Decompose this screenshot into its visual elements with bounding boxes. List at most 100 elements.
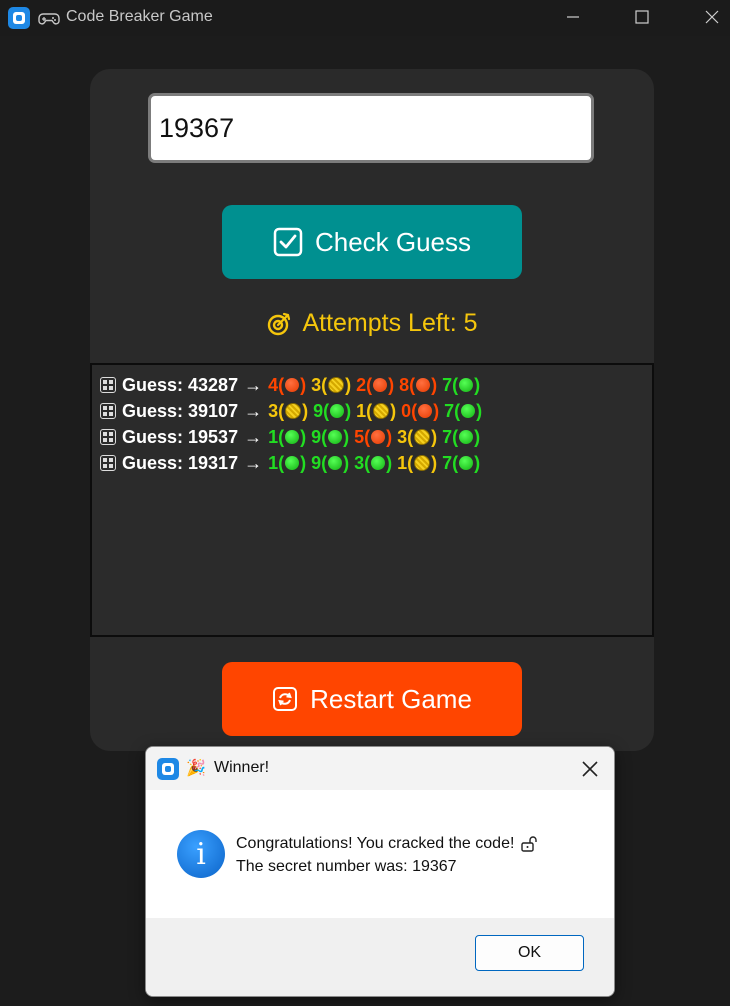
digit-result-misplaced: 3()	[268, 401, 308, 422]
digit-result-correct: 7()	[442, 375, 480, 396]
check-guess-label: Check Guess	[314, 226, 472, 257]
digit-result-misplaced: 1()	[356, 401, 396, 422]
window-titlebar: Code Breaker Game	[0, 0, 730, 36]
paren-open: (	[366, 374, 373, 395]
digit-value: 7	[442, 452, 453, 473]
window-title: Code Breaker Game	[66, 8, 213, 25]
paren-close: )	[431, 452, 438, 473]
digit-value: 3	[354, 452, 365, 473]
close-icon	[705, 10, 719, 24]
maximize-button[interactable]	[619, 0, 665, 34]
digit-value: 2	[356, 374, 367, 395]
ok-button[interactable]: OK	[475, 935, 584, 971]
guess-input[interactable]	[148, 93, 594, 163]
digit-result-wrong: 8()	[399, 375, 437, 396]
paren-close: )	[386, 426, 393, 447]
paren-open: (	[278, 426, 285, 447]
digit-result-correct: 1()	[268, 453, 306, 474]
paren-open: (	[321, 426, 328, 447]
history-line: Guess: 19537 → 1() 9() 5() 3() 7()	[100, 424, 652, 450]
misplaced-status-icon	[373, 403, 390, 419]
game-panel: Check Guess Attempts Left: 5 Guess: 4328…	[90, 69, 654, 751]
digit-result-correct: 7()	[442, 427, 480, 448]
paren-open: (	[278, 452, 285, 473]
check-guess-button[interactable]: Check Guess	[222, 205, 522, 279]
paren-open: (	[407, 452, 414, 473]
paren-close: )	[300, 374, 307, 395]
paren-open: (	[323, 400, 330, 421]
correct-status-icon	[459, 378, 474, 392]
digit-result-correct: 9()	[311, 453, 349, 474]
paren-open: (	[278, 374, 285, 395]
digit-value: 1	[268, 426, 279, 447]
history-guess-label: Guess: 19537	[122, 426, 239, 447]
digit-value: 1	[356, 400, 367, 421]
digit-value: 9	[311, 452, 322, 473]
unlocked-icon	[521, 835, 538, 852]
digit-result-wrong: 2()	[356, 375, 394, 396]
paren-close: )	[345, 374, 352, 395]
digit-result-correct: 7()	[444, 401, 482, 422]
paren-close: )	[302, 400, 309, 421]
correct-status-icon	[461, 404, 476, 418]
wrong-status-icon	[416, 378, 431, 392]
paren-open: (	[454, 400, 461, 421]
paren-open: (	[278, 400, 285, 421]
correct-status-icon	[328, 430, 343, 444]
digit-result-misplaced: 3()	[311, 375, 351, 396]
misplaced-status-icon	[414, 429, 431, 445]
keypad-icon	[100, 455, 116, 471]
correct-status-icon	[371, 456, 386, 470]
info-icon: i	[177, 830, 225, 878]
message-line-2: The secret number was: 19367	[236, 858, 457, 875]
wrong-status-icon	[285, 378, 300, 392]
digit-value: 1	[268, 452, 279, 473]
dialog-titlebar: 🎉 Winner!	[146, 747, 614, 790]
dialog-body: i Congratulations! You cracked the code!…	[146, 790, 614, 918]
digit-value: 4	[268, 374, 279, 395]
digit-result-correct: 3()	[354, 453, 392, 474]
attempts-left-label: Attempts Left: 5	[302, 309, 478, 337]
paren-close: )	[431, 426, 438, 447]
wrong-status-icon	[371, 430, 386, 444]
digit-value: 3	[397, 426, 408, 447]
arrow-icon: →	[244, 452, 263, 473]
history-line: Guess: 19317 → 1() 9() 3() 1() 7()	[100, 450, 652, 476]
party-popper-icon: 🎉	[186, 760, 206, 777]
dialog-message: Congratulations! You cracked the code! T…	[236, 832, 538, 878]
paren-close: )	[388, 374, 395, 395]
digit-value: 3	[311, 374, 322, 395]
paren-close: )	[300, 452, 307, 473]
wrong-status-icon	[418, 404, 433, 418]
correct-status-icon	[328, 456, 343, 470]
correct-status-icon	[285, 430, 300, 444]
dialog-footer: OK	[146, 918, 614, 996]
paren-open: (	[321, 374, 328, 395]
paren-close: )	[431, 374, 438, 395]
digit-value: 8	[399, 374, 410, 395]
digit-result-wrong: 0()	[401, 401, 439, 422]
keypad-icon	[100, 429, 116, 445]
minimize-button[interactable]	[550, 0, 596, 34]
digit-value: 5	[354, 426, 365, 447]
digit-value: 7	[442, 426, 453, 447]
paren-open: (	[452, 374, 459, 395]
digit-value: 9	[311, 426, 322, 447]
digit-value: 7	[442, 374, 453, 395]
digit-value: 1	[397, 452, 408, 473]
restart-game-button[interactable]: Restart Game	[222, 662, 522, 736]
dialog-close-button[interactable]	[576, 755, 604, 783]
paren-close: )	[474, 426, 481, 447]
game-controller-icon	[38, 13, 60, 25]
paren-open: (	[364, 452, 371, 473]
paren-open: (	[366, 400, 373, 421]
history-guess-label: Guess: 43287	[122, 374, 239, 395]
close-window-button[interactable]	[689, 0, 730, 34]
arrow-icon: →	[244, 426, 263, 447]
paren-close: )	[386, 452, 393, 473]
digit-value: 0	[401, 400, 412, 421]
paren-close: )	[476, 400, 483, 421]
paren-open: (	[452, 426, 459, 447]
paren-close: )	[343, 452, 350, 473]
checkbox-icon	[273, 227, 303, 257]
